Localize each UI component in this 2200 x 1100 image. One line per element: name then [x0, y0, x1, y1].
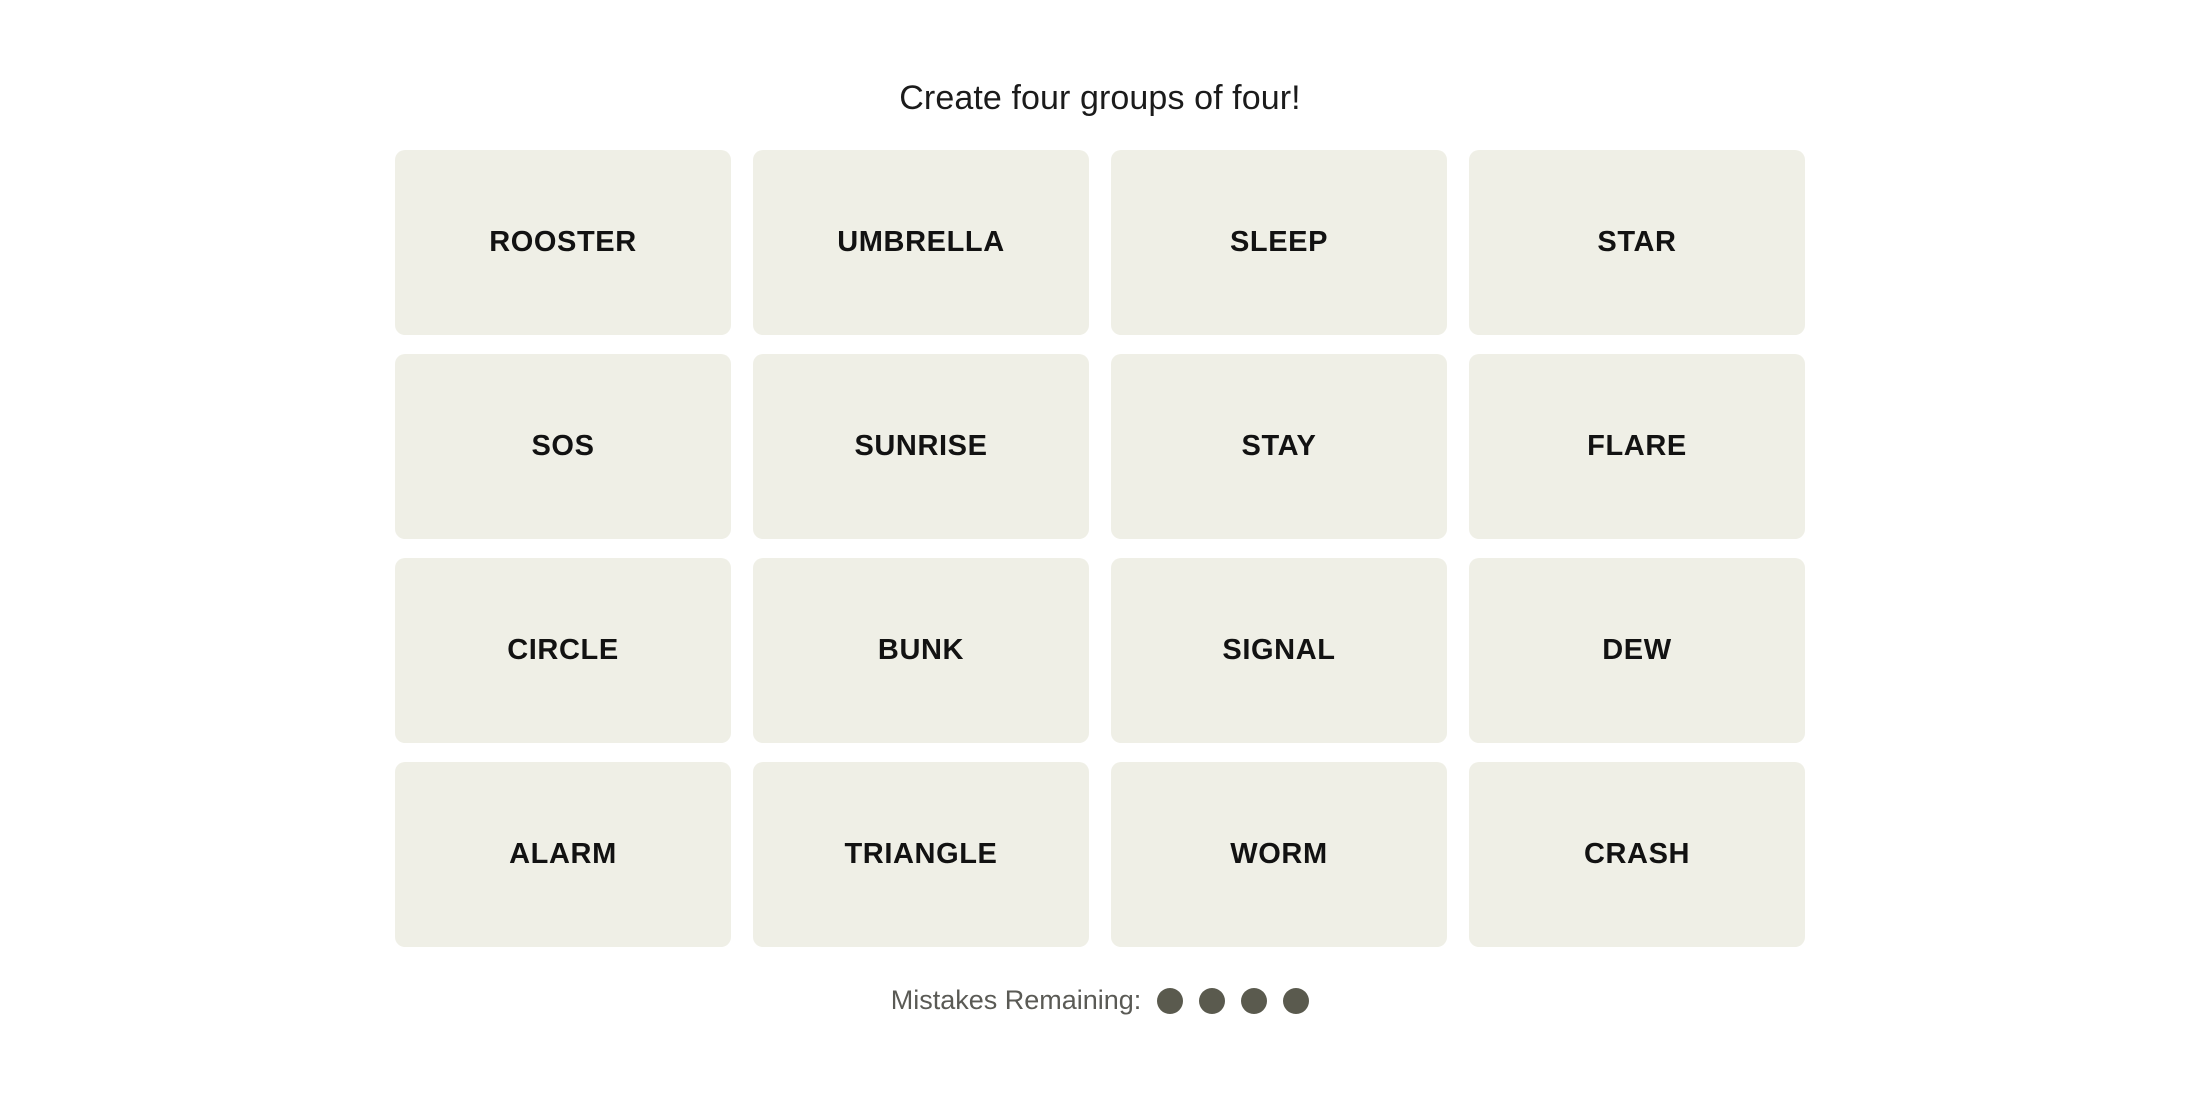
- word-tile-label: TRIANGLE: [844, 838, 998, 870]
- word-tile-label: BUNK: [877, 634, 965, 666]
- word-tile-label: SIGNAL: [1222, 634, 1336, 666]
- page-title: Create four groups of four!: [899, 79, 1301, 117]
- mistakes-remaining-label: Mistakes Remaining:: [890, 985, 1142, 1015]
- word-tile-label: ROOSTER: [489, 226, 637, 258]
- word-tile[interactable]: TRIANGLE: [753, 762, 1089, 947]
- word-tile[interactable]: UMBRELLA: [753, 150, 1089, 335]
- mistake-dot: [1283, 987, 1310, 1014]
- mistakes-remaining-bar: Mistakes Remaining:: [891, 987, 1310, 1014]
- word-tile-label: SOS: [531, 430, 595, 462]
- connections-game: Create four groups of four! ROOSTER UMBRE…: [0, 0, 2200, 1100]
- word-tile[interactable]: SIGNAL: [1111, 558, 1447, 743]
- word-tile-label: DEW: [1602, 634, 1672, 666]
- word-tile[interactable]: ROOSTER: [395, 150, 731, 335]
- word-tile[interactable]: CIRCLE: [395, 558, 731, 743]
- word-tile-label: STAR: [1597, 226, 1677, 258]
- word-tile[interactable]: FLARE: [1469, 354, 1805, 539]
- word-tile[interactable]: STAY: [1111, 354, 1447, 539]
- word-tile[interactable]: WORM: [1111, 762, 1447, 947]
- word-tile-label: STAY: [1241, 430, 1317, 462]
- word-tile[interactable]: CRASH: [1469, 762, 1805, 947]
- word-tile-label: UMBRELLA: [837, 226, 1005, 258]
- word-tile-label: SUNRISE: [854, 430, 988, 462]
- word-tile[interactable]: STAR: [1469, 150, 1805, 335]
- mistake-dot: [1241, 987, 1268, 1014]
- word-tile-label: CIRCLE: [507, 634, 619, 666]
- word-tile-label: FLARE: [1587, 430, 1687, 462]
- word-tile-grid: ROOSTER UMBRELLA SLEEP STAR SOS SUNRISE STAY FL…: [395, 150, 1805, 947]
- mistake-dot: [1157, 987, 1184, 1014]
- word-tile[interactable]: SUNRISE: [753, 354, 1089, 539]
- word-tile[interactable]: SOS: [395, 354, 731, 539]
- mistake-dot: [1199, 987, 1226, 1014]
- word-tile[interactable]: ALARM: [395, 762, 731, 947]
- word-tile-label: SLEEP: [1229, 226, 1329, 258]
- word-tile-label: ALARM: [509, 838, 617, 870]
- word-tile-label: WORM: [1230, 838, 1328, 870]
- word-tile[interactable]: SLEEP: [1111, 150, 1447, 335]
- mistake-dot-group: [1157, 987, 1310, 1014]
- word-tile[interactable]: BUNK: [753, 558, 1089, 743]
- word-tile-label: CRASH: [1583, 838, 1691, 870]
- word-tile[interactable]: DEW: [1469, 558, 1805, 743]
